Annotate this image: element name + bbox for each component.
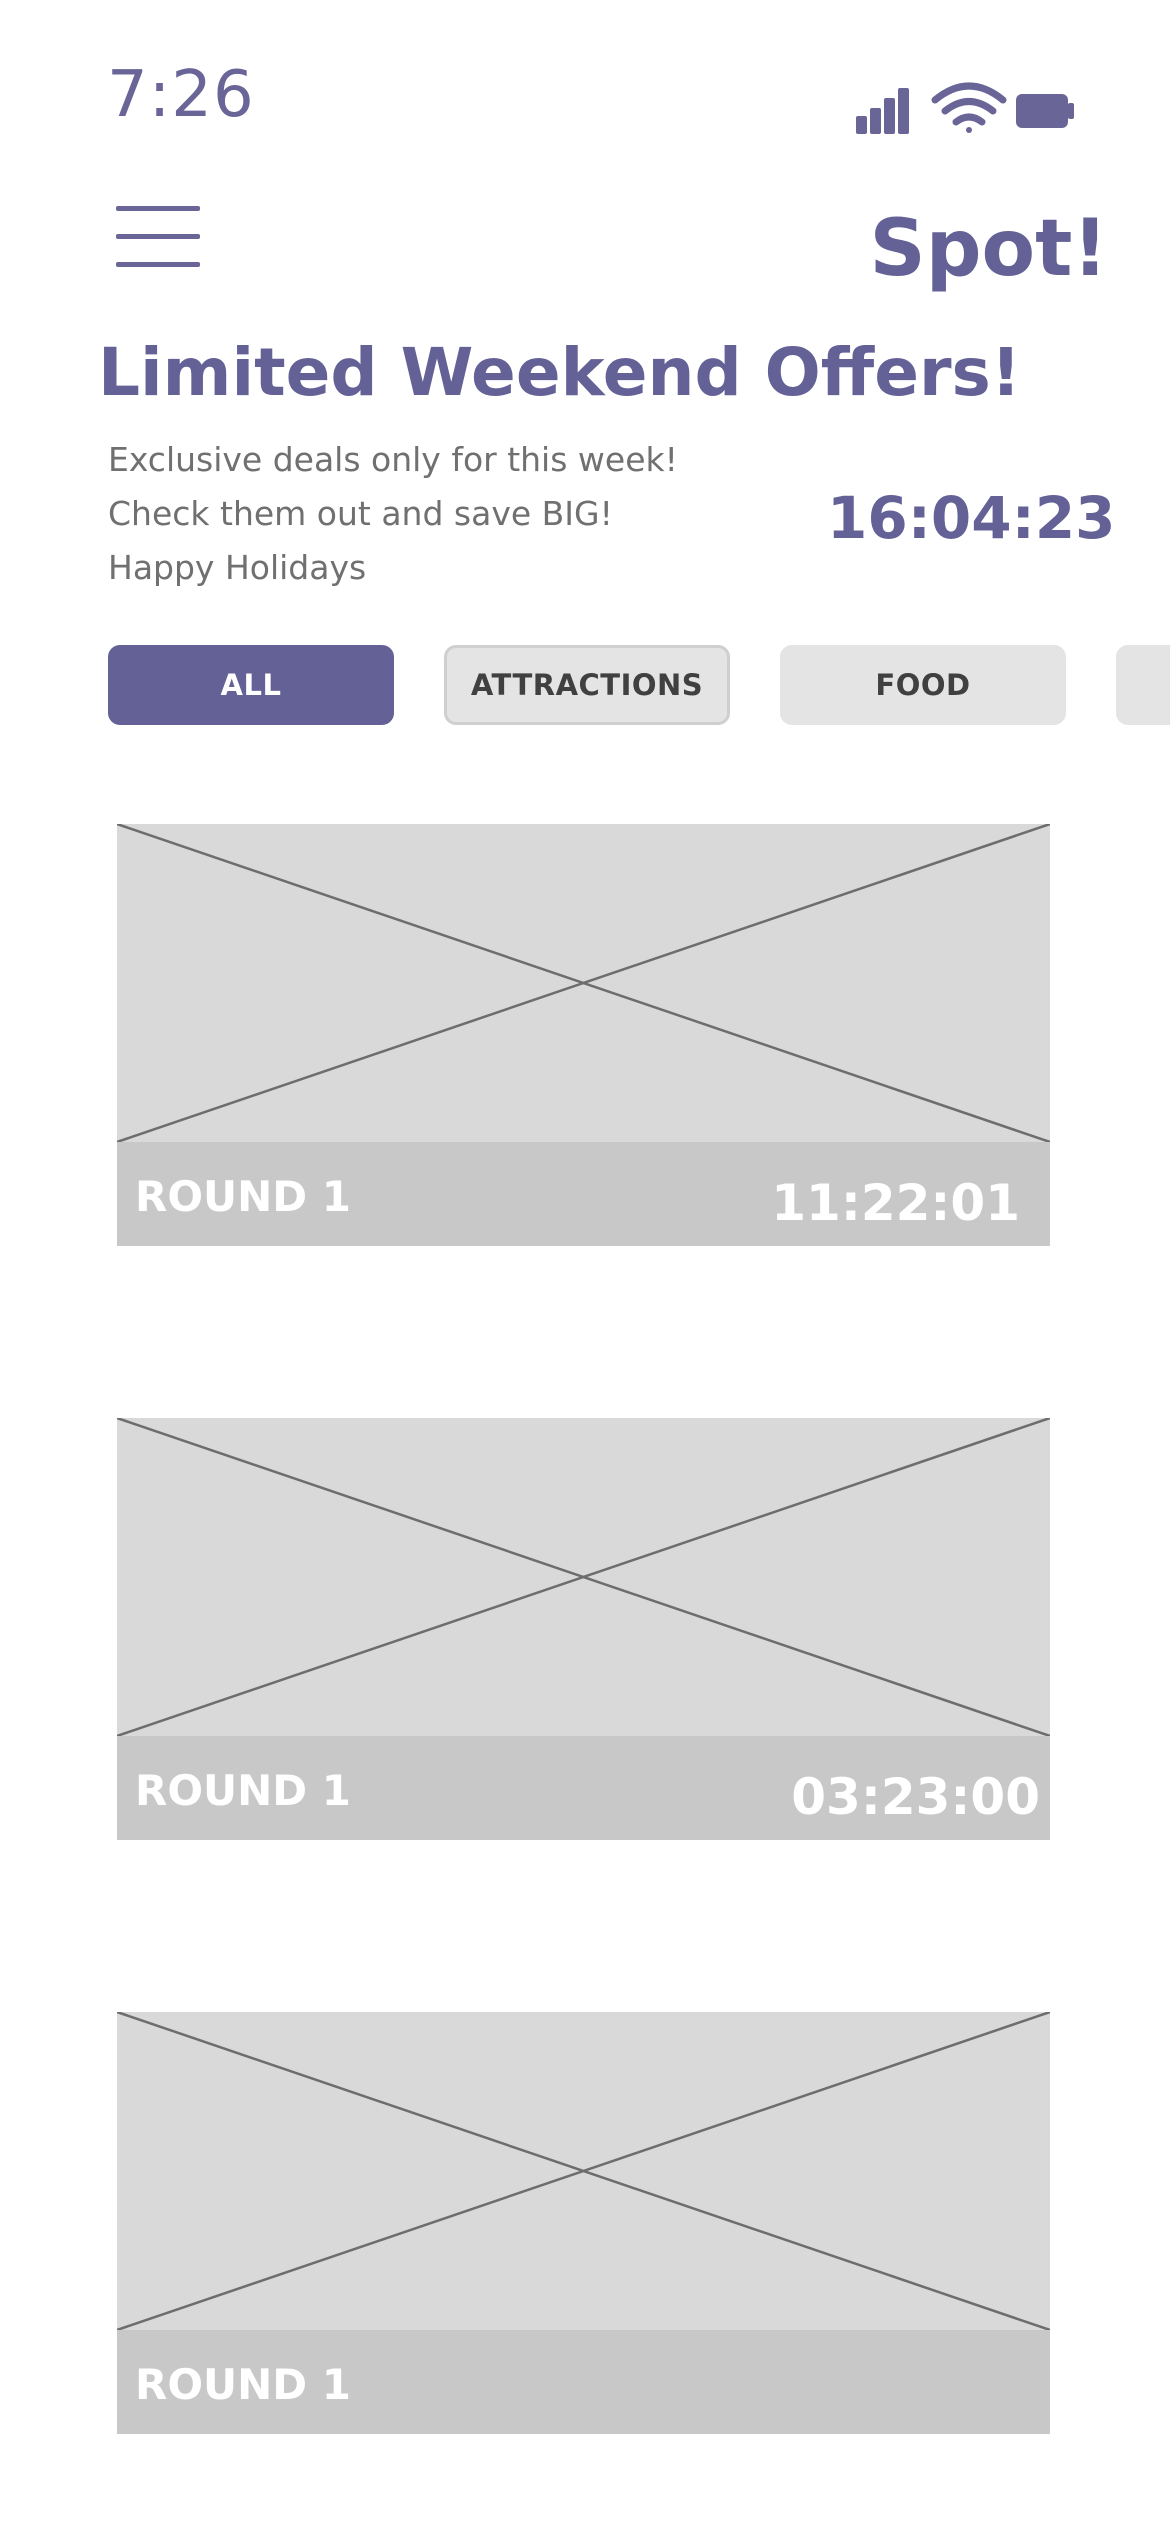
promo-line-1: Exclusive deals only for this week! — [108, 440, 678, 479]
signal-icon — [856, 88, 909, 134]
brand-logo: Spot! — [869, 204, 1108, 294]
card-timer: 11:22:01 — [771, 1174, 1020, 1232]
offer-card[interactable]: ROUND 1 11:22:01 — [117, 824, 1050, 1246]
status-icons — [856, 82, 1074, 134]
promo-line-3: Happy Holidays — [108, 548, 367, 587]
promo-line-2: Check them out and save BIG! — [108, 494, 613, 533]
card-round-label: ROUND 1 — [135, 1766, 352, 1815]
page-title: Limited Weekend Offers! — [98, 334, 1021, 411]
card-round-label: ROUND 1 — [135, 1172, 352, 1221]
battery-icon — [1016, 94, 1074, 128]
card-footer: ROUND 1 — [117, 2330, 1050, 2434]
filter-chip-attractions[interactable]: ATTRACTIONS — [444, 645, 730, 725]
card-timer: 03:23:00 — [791, 1768, 1040, 1826]
promo-countdown: 16:04:23 — [827, 484, 1116, 552]
image-placeholder — [117, 824, 1050, 1142]
offer-card[interactable]: ROUND 1 03:23:00 — [117, 1418, 1050, 1840]
offers-screen: 7:26 Spot! Limited Weekend Offers! Exclu… — [0, 0, 1170, 2532]
filter-chip-food[interactable]: FOOD — [780, 645, 1066, 725]
card-footer: ROUND 1 11:22:01 — [117, 1142, 1050, 1246]
wifi-icon — [931, 82, 1007, 133]
image-placeholder — [117, 2012, 1050, 2330]
offer-card[interactable]: ROUND 1 — [117, 2012, 1050, 2434]
card-round-label: ROUND 1 — [135, 2360, 352, 2409]
card-footer: ROUND 1 03:23:00 — [117, 1736, 1050, 1840]
filter-chip-all[interactable]: ALL — [108, 645, 394, 725]
hamburger-menu-icon[interactable] — [116, 204, 200, 270]
image-placeholder — [117, 1418, 1050, 1736]
filter-chip-more[interactable] — [1116, 645, 1170, 725]
status-time: 7:26 — [107, 58, 255, 132]
